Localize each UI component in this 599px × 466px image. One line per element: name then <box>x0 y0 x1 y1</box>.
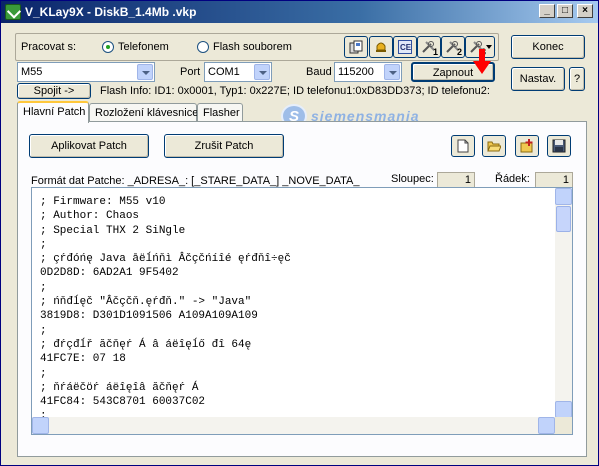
connect-button[interactable]: Spojit -> <box>17 83 91 99</box>
port-value: COM1 <box>208 66 240 78</box>
new-file-icon <box>457 139 469 153</box>
port-select[interactable]: COM1 <box>204 62 272 82</box>
bell-tool-button[interactable] <box>369 36 393 58</box>
editor-line[interactable]: 0D2D8D: 6AD2A1 9F5402 <box>40 267 179 279</box>
settings-button[interactable]: Nastav. <box>511 67 565 91</box>
app-icon <box>5 4 21 20</box>
baud-select[interactable]: 115200 <box>334 62 402 82</box>
title-bar[interactable]: V_KLay9X - DiskB_1.4Mb .vkp _ □ × <box>1 1 598 23</box>
radio-flash-file[interactable] <box>197 41 209 53</box>
tools-1-button[interactable]: 1 <box>417 36 441 58</box>
editor-line[interactable]: ; <box>40 368 47 380</box>
row-value: 1 <box>535 172 573 188</box>
editor-line[interactable]: ; Firmware: M55 v10 <box>40 196 165 208</box>
save-file-button[interactable] <box>547 135 571 157</box>
tools-1-number: 1 <box>432 47 438 57</box>
patch-editor[interactable]: ; Firmware: M55 v10 ; Author: Chaos ; Sp… <box>31 187 573 435</box>
model-select[interactable]: M55 <box>17 62 155 82</box>
scroll-up-icon[interactable] <box>555 188 572 205</box>
ce-tool-button[interactable]: CE <box>393 36 417 58</box>
editor-line[interactable]: ; ňŕáëčöŕ áëîęîâ ăčňęŕ Á <box>40 382 198 394</box>
radio-phone-label[interactable]: Telefonem <box>118 41 169 53</box>
add-file-button[interactable] <box>515 135 539 157</box>
editor-line[interactable]: ; <box>40 239 47 251</box>
port-label: Port <box>180 66 201 78</box>
column-label: Sloupec: <box>391 173 434 185</box>
horizontal-scrollbar[interactable] <box>32 417 555 434</box>
svg-text:CE: CE <box>400 43 412 52</box>
editor-line[interactable]: ; çŕđóńę Java āëĺńňì Âčçčńíîé ęŕđňî÷ęč <box>40 253 291 265</box>
save-icon <box>552 139 566 153</box>
tools-2-button[interactable]: 2 <box>441 36 465 58</box>
editor-line[interactable]: ; <box>40 325 47 337</box>
apply-patch-button[interactable]: Aplikovat Patch <box>29 134 149 158</box>
editor-line[interactable]: ; đŕçđĺř ăčňęŕ Á â áëîęĺő đî 64ę <box>40 339 251 351</box>
chevron-down-icon[interactable] <box>254 64 270 80</box>
row-label: Řádek: <box>495 173 530 185</box>
chevron-down-icon[interactable] <box>137 64 153 80</box>
ce-mark-icon: CE <box>398 40 412 54</box>
baud-label: Baud <box>306 66 332 78</box>
vertical-scroll-thumb[interactable] <box>556 206 571 232</box>
main-window: V_KLay9X - DiskB_1.4Mb .vkp _ □ × Pracov… <box>0 0 599 466</box>
patch-editor-text[interactable]: ; Firmware: M55 v10 ; Author: Chaos ; Sp… <box>40 195 291 424</box>
help-button[interactable]: ? <box>569 67 585 91</box>
scroll-left-icon[interactable] <box>32 417 49 434</box>
column-value: 1 <box>437 172 475 188</box>
maximize-button[interactable]: □ <box>557 4 573 18</box>
editor-line[interactable]: 3819D8: D301D1091506 A109A109A109 <box>40 310 258 322</box>
red-arrow-icon <box>473 49 491 74</box>
window-title: V_KLay9X - DiskB_1.4Mb .vkp <box>25 5 197 19</box>
work-mode-label: Pracovat s: <box>21 41 77 53</box>
vertical-scrollbar[interactable] <box>555 188 572 418</box>
close-app-button[interactable]: Konec <box>511 35 585 59</box>
patch-format-text: Formát dat Patche: _ADRESA_: [_STARE_DAT… <box>31 175 360 187</box>
tab-keyboard-layout[interactable]: Rozložení klávesnice <box>89 103 198 123</box>
tools-2-number: 2 <box>456 47 462 57</box>
close-window-button[interactable]: × <box>577 4 593 18</box>
radio-phone[interactable] <box>102 41 114 53</box>
baud-value: 115200 <box>338 66 374 78</box>
bell-icon <box>376 42 386 52</box>
tab-main-patch[interactable]: Hlavní Patch <box>17 101 89 123</box>
model-value: M55 <box>21 66 43 78</box>
scroll-right-icon[interactable] <box>538 417 555 434</box>
cancel-patch-button[interactable]: Zrušit Patch <box>164 134 284 158</box>
minimize-button[interactable]: _ <box>539 4 555 18</box>
flash-info-text: Flash Info: ID1: 0x0001, Typ1: 0x227E; I… <box>100 85 490 97</box>
folder-open-icon <box>487 141 501 152</box>
editor-line[interactable]: ; Special THX 2 SiNgle <box>40 225 185 237</box>
radio-flash-file-label[interactable]: Flash souborem <box>213 41 292 53</box>
editor-line[interactable]: ; Author: Chaos <box>40 210 139 222</box>
new-file-button[interactable] <box>451 135 475 157</box>
scrollbar-corner <box>555 417 572 434</box>
phone-tool-icon <box>349 40 363 54</box>
chevron-down-icon[interactable] <box>384 64 400 80</box>
editor-line[interactable]: 41FC7E: 07 18 <box>40 353 126 365</box>
editor-line[interactable]: 41FC84: 543C8701 60037C02 <box>40 396 205 408</box>
editor-line[interactable]: ; ńňđĺęč "Âčçčň.ęŕđň." -> "Java" <box>40 296 251 308</box>
editor-line[interactable]: ; <box>40 282 47 294</box>
open-file-button[interactable] <box>482 135 506 157</box>
tab-flasher[interactable]: Flasher <box>197 103 243 123</box>
scroll-down-icon[interactable] <box>555 401 572 418</box>
phonebook-tool-button[interactable] <box>344 36 368 58</box>
folder-add-icon <box>520 139 533 153</box>
